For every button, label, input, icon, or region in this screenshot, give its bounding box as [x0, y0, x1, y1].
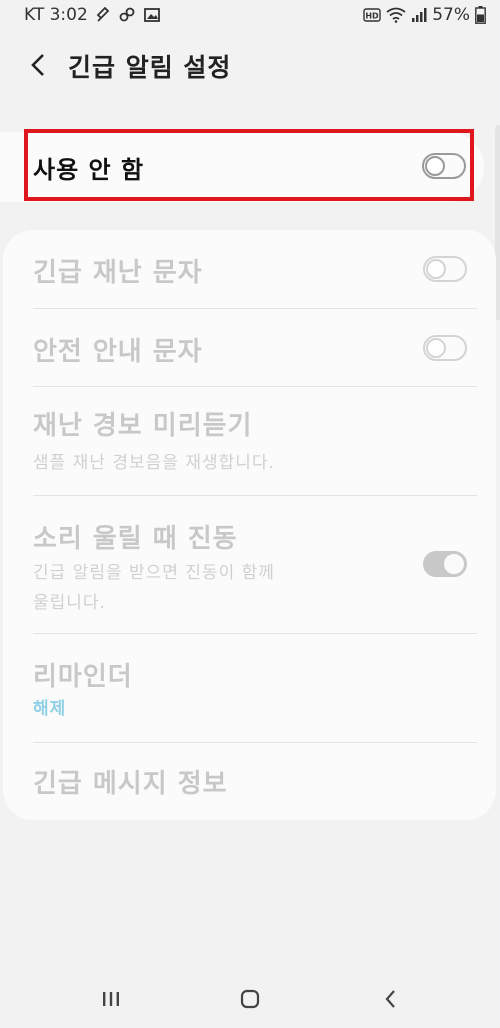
emergency-disaster-toggle[interactable] — [423, 256, 467, 282]
navigation-bar — [0, 968, 500, 1028]
battery-icon — [475, 6, 486, 24]
settings-card: 긴급 재난 문자 안전 안내 문자 재난 경보 미리듣기 샘플 재난 경보음을 … — [3, 230, 496, 820]
setting-row-vibrate[interactable]: 소리 울릴 때 진동 긴급 알림을 받으면 진동이 함께 울립니다. — [3, 496, 496, 633]
back-button[interactable] — [24, 50, 52, 80]
wifi-icon — [386, 7, 406, 23]
setting-row-alert-preview[interactable]: 재난 경보 미리듣기 샘플 재난 경보음을 재생합니다. — [3, 387, 496, 495]
toggle-knob — [426, 259, 446, 279]
battery-percent: 57% — [432, 5, 470, 25]
status-right: HD 57% — [363, 5, 486, 25]
setting-title: 긴급 재난 문자 — [33, 258, 203, 288]
nav-back-button[interactable] — [376, 986, 406, 1012]
setting-subtitle-line2: 울립니다. — [33, 593, 106, 613]
toggle-knob — [425, 156, 445, 176]
back-icon — [385, 990, 395, 1008]
recent-apps-button[interactable] — [96, 986, 126, 1012]
setting-title: 재난 경보 미리듣기 — [33, 411, 253, 441]
recent-apps-icon — [103, 992, 119, 1006]
master-toggle-label: 사용 안 함 — [33, 156, 145, 184]
toggle-knob — [444, 554, 464, 574]
link-icon — [96, 7, 110, 23]
toggle-knob — [426, 338, 446, 358]
master-toggle-switch[interactable] — [422, 153, 466, 179]
chevron-left-icon — [31, 54, 44, 76]
status-bar: KT 3:02 HD 57% — [0, 0, 500, 34]
status-left: KT 3:02 — [24, 5, 160, 25]
setting-row-emergency-disaster[interactable]: 긴급 재난 문자 — [3, 230, 496, 308]
home-icon — [240, 989, 260, 1009]
signal-icon — [411, 7, 427, 23]
image-icon — [143, 7, 160, 23]
svg-text:HD: HD — [366, 12, 380, 21]
vibrate-toggle[interactable] — [423, 551, 467, 577]
setting-row-reminder[interactable]: 리마인더 해제 — [3, 634, 496, 742]
hd-icon: HD — [363, 8, 381, 22]
setting-title: 안전 안내 문자 — [33, 337, 203, 367]
page-title: 긴급 알림 설정 — [68, 53, 232, 82]
setting-title: 긴급 메시지 정보 — [33, 769, 228, 799]
setting-subtitle: 샘플 재난 경보음을 재생합니다. — [33, 453, 275, 473]
home-button[interactable] — [235, 986, 265, 1012]
carrier-time: KT 3:02 — [24, 5, 88, 25]
setting-title: 소리 울릴 때 진동 — [33, 524, 238, 554]
setting-row-message-info[interactable]: 긴급 메시지 정보 — [3, 743, 496, 820]
setting-title: 리마인더 — [33, 662, 133, 692]
reminder-status: 해제 — [33, 699, 67, 719]
safety-guide-toggle[interactable] — [423, 335, 467, 361]
setting-subtitle-line1: 긴급 알림을 받으면 진동이 함께 — [33, 563, 275, 583]
link-icon — [118, 7, 136, 23]
setting-row-safety-guide[interactable]: 안전 안내 문자 — [3, 309, 496, 387]
